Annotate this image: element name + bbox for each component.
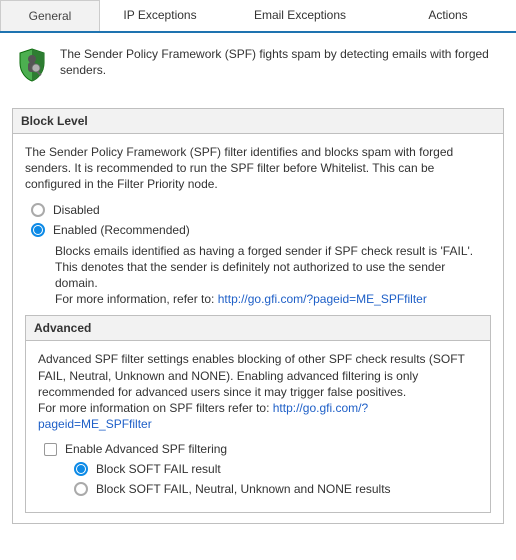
radio-block-softfail-label: Block SOFT FAIL result bbox=[96, 462, 221, 476]
enabled-note-text: Blocks emails identified as having a for… bbox=[55, 244, 473, 290]
radio-icon bbox=[74, 462, 88, 476]
tab-email-exceptions[interactable]: Email Exceptions bbox=[220, 0, 380, 31]
radio-enabled-label: Enabled (Recommended) bbox=[53, 223, 190, 237]
radio-enabled[interactable]: Enabled (Recommended) bbox=[25, 223, 491, 237]
radio-icon bbox=[31, 203, 45, 217]
tab-bar: General IP Exceptions Email Exceptions A… bbox=[0, 0, 516, 33]
radio-disabled[interactable]: Disabled bbox=[25, 203, 491, 217]
checkbox-icon bbox=[44, 443, 57, 456]
intro-text: The Sender Policy Framework (SPF) fights… bbox=[60, 47, 500, 78]
enable-advanced-checkbox[interactable]: Enable Advanced SPF filtering bbox=[44, 442, 478, 456]
shield-defender-icon bbox=[14, 47, 50, 86]
advanced-header: Advanced bbox=[26, 316, 490, 341]
advanced-desc-prefix: For more information on SPF filters refe… bbox=[38, 401, 273, 415]
enabled-note: Blocks emails identified as having a for… bbox=[55, 243, 491, 308]
radio-block-all[interactable]: Block SOFT FAIL, Neutral, Unknown and NO… bbox=[68, 482, 478, 496]
advanced-panel: Advanced Advanced SPF filter settings en… bbox=[25, 315, 491, 513]
radio-block-softfail[interactable]: Block SOFT FAIL result bbox=[68, 462, 478, 476]
block-level-description: The Sender Policy Framework (SPF) filter… bbox=[25, 144, 491, 193]
enabled-note-prefix: For more information, refer to: bbox=[55, 292, 218, 306]
radio-icon bbox=[31, 223, 45, 237]
block-level-panel: Block Level The Sender Policy Framework … bbox=[12, 108, 504, 524]
radio-block-all-label: Block SOFT FAIL, Neutral, Unknown and NO… bbox=[96, 482, 391, 496]
radio-icon bbox=[74, 482, 88, 496]
tab-ip-exceptions[interactable]: IP Exceptions bbox=[100, 0, 220, 31]
tab-actions[interactable]: Actions bbox=[380, 0, 516, 31]
block-level-header: Block Level bbox=[13, 109, 503, 134]
advanced-desc-text: Advanced SPF filter settings enables blo… bbox=[38, 352, 465, 398]
tab-general[interactable]: General bbox=[0, 0, 100, 31]
radio-disabled-label: Disabled bbox=[53, 203, 100, 217]
enable-advanced-label: Enable Advanced SPF filtering bbox=[65, 442, 227, 456]
intro-section: The Sender Policy Framework (SPF) fights… bbox=[0, 33, 516, 100]
advanced-description: Advanced SPF filter settings enables blo… bbox=[38, 351, 478, 432]
spf-info-link[interactable]: http://go.gfi.com/?pageid=ME_SPFfilter bbox=[218, 292, 427, 306]
